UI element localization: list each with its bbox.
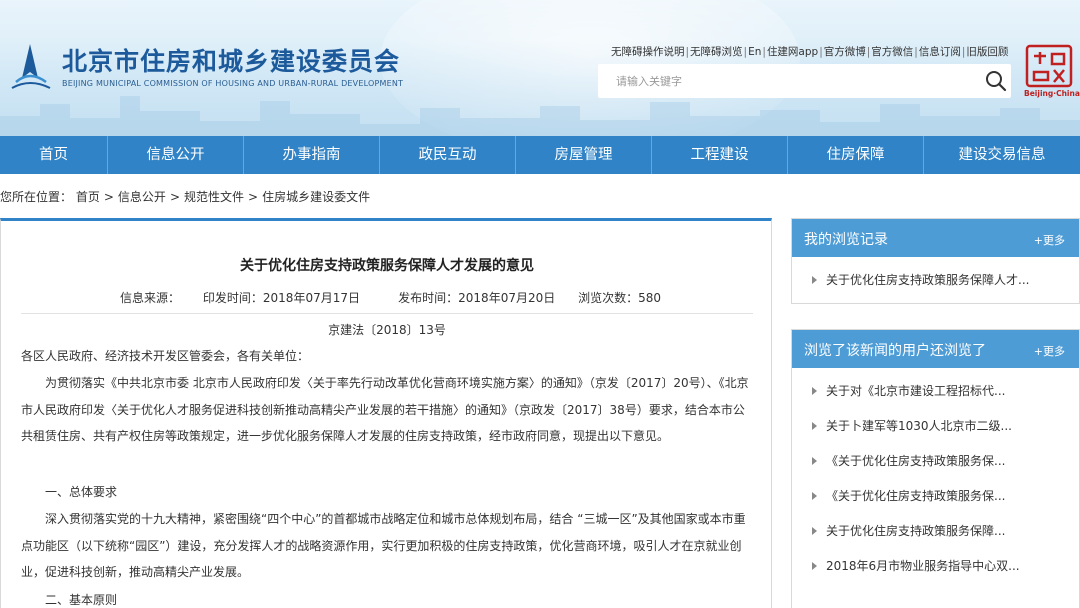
article-salutation: 各区人民政府、经济技术开发区管委会，各有关单位： xyxy=(21,349,310,363)
nav-item-trading-info[interactable]: 建设交易信息 xyxy=(924,136,1080,174)
browsing-history-more-link[interactable]: +更多 xyxy=(1034,232,1065,248)
site-title: 北京市住房和城乡建设委员会 xyxy=(62,47,401,76)
article-view-count: 浏览次数：580 xyxy=(578,291,662,305)
browsing-history-title: 我的浏览记录 xyxy=(804,232,888,248)
article-section-heading: 一、总体要求 xyxy=(45,485,118,499)
top-link-app[interactable]: 住建网app xyxy=(767,46,818,58)
top-link-accessible-browse[interactable]: 无障碍浏览 xyxy=(690,46,743,58)
list-item[interactable]: 关于优化住房支持政策服务保障人才... xyxy=(792,263,1079,298)
list-item[interactable]: 《关于优化住房支持政策服务保... xyxy=(792,479,1079,514)
capital-seal-logo-icon xyxy=(1025,44,1073,88)
top-link-english[interactable]: En xyxy=(748,46,761,58)
nav-item-service-guide[interactable]: 办事指南 xyxy=(244,136,380,174)
site-header: 北京市住房和城乡建设委员会 BEIJING MUNICIPAL COMMISSI… xyxy=(0,0,1080,136)
list-item[interactable]: 关于优化住房支持政策服务保障... xyxy=(792,514,1079,549)
related-news-list: 关于对《北京市建设工程招标代... 关于卜建军等1030人北京市二级... 《关… xyxy=(792,368,1079,584)
breadcrumb-item-commission-docs[interactable]: 住房城乡建设委文件 xyxy=(262,190,370,204)
nav-item-public-interaction[interactable]: 政民互动 xyxy=(380,136,516,174)
list-item[interactable]: 2018年6月市物业服务指导中心双... xyxy=(792,549,1079,584)
top-link-accessibility-help[interactable]: 无障碍操作说明 xyxy=(611,46,685,58)
top-link-wechat[interactable]: 官方微信 xyxy=(871,46,913,58)
related-news-header: 浏览了该新闻的用户还浏览了 +更多 xyxy=(792,330,1079,368)
commission-logo-icon xyxy=(11,44,51,89)
list-item[interactable]: 关于对《北京市建设工程招标代... xyxy=(792,374,1079,409)
nav-item-engineering[interactable]: 工程建设 xyxy=(652,136,788,174)
top-links: 无障碍操作说明|无障碍浏览|En|住建网app|官方微博|官方微信|信息订阅|旧… xyxy=(611,46,1009,58)
breadcrumb: 您所在位置： 首页 > 信息公开 > 规范性文件 > 住房城乡建设委文件 xyxy=(0,188,370,205)
article-paragraph: 为贯彻落实《中共北京市委 北京市人民政府印发〈关于率先行动改革优化营商环境实施方… xyxy=(21,376,749,443)
breadcrumb-separator: > xyxy=(103,190,114,204)
breadcrumb-item-info[interactable]: 信息公开 xyxy=(118,190,166,204)
search-icon[interactable] xyxy=(985,70,1007,92)
article-meta: 信息来源： 印发时间：2018年07月17日 发布时间：2018年07月20日 … xyxy=(120,289,661,306)
related-news-box: 浏览了该新闻的用户还浏览了 +更多 关于对《北京市建设工程招标代... 关于卜建… xyxy=(791,329,1080,608)
breadcrumb-item-home[interactable]: 首页 xyxy=(76,190,100,204)
top-link-weibo[interactable]: 官方微博 xyxy=(824,46,866,58)
site-subtitle: BEIJING MUNICIPAL COMMISSION OF HOUSING … xyxy=(62,79,404,88)
seal-caption: Beijing·China xyxy=(1024,89,1080,98)
breadcrumb-prefix: 您所在位置： xyxy=(0,190,73,204)
top-link-subscribe[interactable]: 信息订阅 xyxy=(919,46,961,58)
nav-item-home[interactable]: 首页 xyxy=(0,136,108,174)
browsing-history-list: 关于优化住房支持政策服务保障人才... xyxy=(792,257,1079,298)
main-nav: 首页 信息公开 办事指南 政民互动 房屋管理 工程建设 住房保障 建设交易信息 xyxy=(0,136,1080,174)
breadcrumb-separator: > xyxy=(169,190,180,204)
nav-item-housing-management[interactable]: 房屋管理 xyxy=(516,136,652,174)
article-issue-date: 印发时间：2018年07月17日 xyxy=(202,291,360,305)
article-source: 信息来源： xyxy=(120,291,181,305)
top-link-old-version[interactable]: 旧版回顾 xyxy=(966,46,1008,58)
related-news-title: 浏览了该新闻的用户还浏览了 xyxy=(804,343,986,359)
article-panel: 关于优化住房支持政策服务保障人才发展的意见 信息来源： 印发时间：2018年07… xyxy=(0,218,772,608)
related-news-more-link[interactable]: +更多 xyxy=(1034,343,1065,359)
article-publish-date: 发布时间：2018年07月20日 xyxy=(398,291,556,305)
list-item[interactable]: 关于卜建军等1030人北京市二级... xyxy=(792,409,1079,444)
list-item[interactable]: 《关于优化住房支持政策服务保... xyxy=(792,444,1079,479)
breadcrumb-item-normative-docs[interactable]: 规范性文件 xyxy=(184,190,244,204)
nav-item-housing-security[interactable]: 住房保障 xyxy=(788,136,924,174)
breadcrumb-separator: > xyxy=(248,190,259,204)
document-number: 京建法〔2018〕13号 xyxy=(328,323,446,337)
article-paragraph: 深入贯彻落实党的十九大精神，紧密围绕“四个中心”的首都城市战略定位和城市总体规划… xyxy=(21,512,746,579)
article-title: 关于优化住房支持政策服务保障人才发展的意见 xyxy=(240,258,534,274)
browsing-history-box: 我的浏览记录 +更多 关于优化住房支持政策服务保障人才... xyxy=(791,218,1080,304)
browsing-history-header: 我的浏览记录 +更多 xyxy=(792,219,1079,257)
article-section-heading: 二、基本原则 xyxy=(45,593,118,607)
search-input[interactable] xyxy=(616,73,956,89)
article-divider xyxy=(21,313,753,314)
nav-item-info-disclosure[interactable]: 信息公开 xyxy=(108,136,244,174)
search-box xyxy=(598,64,1011,98)
